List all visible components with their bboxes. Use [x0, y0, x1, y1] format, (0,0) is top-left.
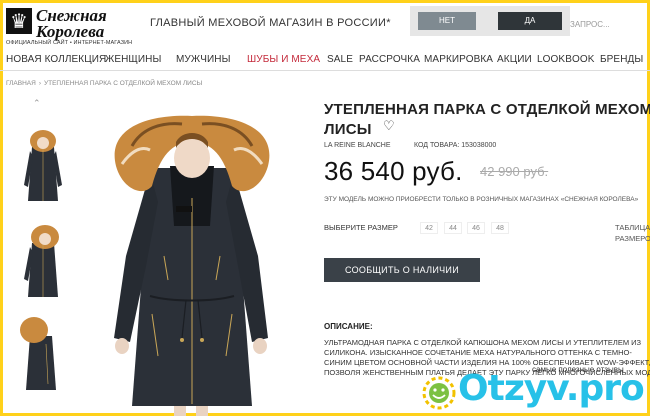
breadcrumb-current: УТЕПЛЕННАЯ ПАРКА С ОТДЕЛКОЙ МЕХОМ ЛИСЫ [44, 80, 203, 87]
logo-tagline: ОФИЦИАЛЬНЫЙ САЙТ • ИНТЕРНЕТ-МАГАЗИН [6, 40, 133, 46]
nav-marking[interactable]: МАРКИРОВКА [424, 54, 493, 65]
size-table-line-1: ТАБЛИЦА [615, 223, 650, 232]
description-heading: ОПИСАНИЕ: [324, 322, 373, 331]
product-sku: КОД ТОВАРА: 153038000 [414, 142, 497, 149]
parka-image [114, 115, 270, 416]
nav-men[interactable]: МУЖЧИНЫ [176, 54, 231, 65]
nav-lookbook[interactable]: LOOKBOOK [537, 54, 595, 65]
nav-sale[interactable]: SALE [327, 54, 353, 65]
smile-icon [422, 376, 456, 410]
size-table-line-2: РАЗМЕРОВ [615, 234, 650, 243]
watermark-logo-text: Otzyv.pro [458, 368, 645, 409]
size-option[interactable]: 42 [420, 222, 438, 234]
product-price: 36 540 руб. [324, 156, 463, 186]
site-logo[interactable]: ♛ Снежная Королева ОФИЦИАЛЬНЫЙ САЙТ • ИН… [6, 6, 144, 46]
crown-icon: ♛ [6, 8, 32, 34]
no-button[interactable]: НЕТ [418, 12, 476, 30]
nav-installment[interactable]: РАССРОЧКА [359, 54, 420, 65]
main-nav: НОВАЯ КОЛЛЕКЦИЯ ЖЕНЩИНЫ МУЖЧИНЫ ШУБЫ И М… [0, 51, 650, 71]
parka-thumbnail-image [20, 317, 56, 390]
breadcrumb: ГЛАВНАЯ › УТЕПЛЕННАЯ ПАРКА С ОТДЕЛКОЙ МЕХО… [6, 80, 202, 87]
thumbnail-2[interactable] [18, 221, 68, 299]
product-brand[interactable]: LA REINE BLANCHE [324, 142, 391, 149]
breadcrumb-separator: › [38, 80, 41, 87]
heart-icon[interactable]: ♡ [383, 120, 399, 134]
logo-line-2: Королева [36, 22, 105, 41]
size-label: ВЫБЕРИТЕ РАЗМЕР [324, 223, 398, 232]
nav-new-collection[interactable]: НОВАЯ КОЛЛЕКЦИЯ [6, 54, 106, 65]
thumbnail-3[interactable] [18, 314, 68, 392]
yes-button[interactable]: ДА [498, 12, 562, 30]
product-title: УТЕПЛЕННАЯ ПАРКА С ОТДЕЛКОЙ МЕХОМ ЛИСЫ [324, 101, 650, 138]
product-old-price: 42 990 руб. [480, 164, 549, 179]
notify-availability-button[interactable]: СООБЩИТЬ О НАЛИЧИИ [324, 258, 480, 282]
retail-only-note: ЭТУ МОДЕЛЬ МОЖНО ПРИОБРЕСТИ ТОЛЬКО В РОЗ… [324, 196, 639, 203]
parka-thumbnail-image [24, 225, 59, 297]
otzyv-watermark: Otzyv.pro [418, 368, 650, 416]
nav-fur[interactable]: ШУБЫ И МЕХА [247, 54, 320, 65]
product-main-image[interactable] [92, 106, 292, 416]
nav-brands[interactable]: БРЕНДЫ [600, 54, 643, 65]
size-option[interactable]: 48 [491, 222, 509, 234]
thumbnail-1[interactable] [18, 125, 68, 203]
chevron-up-icon[interactable]: ⌃ [33, 99, 43, 109]
search-input[interactable] [570, 17, 650, 31]
breadcrumb-home[interactable]: ГЛАВНАЯ [6, 80, 36, 87]
size-option[interactable]: 44 [444, 222, 462, 234]
nav-women[interactable]: ЖЕНЩИНЫ [105, 54, 161, 65]
size-option[interactable]: 46 [467, 222, 485, 234]
nav-promotions[interactable]: АКЦИИ [497, 54, 532, 65]
site-headline: ГЛАВНЫЙ МЕХОВОЙ МАГАЗИН В РОССИИ* [150, 17, 391, 29]
confirm-popup: НЕТ ДА [410, 6, 570, 36]
parka-thumbnail-image [24, 130, 62, 201]
size-table-link[interactable]: ТАБЛИЦА РАЗМЕРОВ [615, 222, 650, 244]
